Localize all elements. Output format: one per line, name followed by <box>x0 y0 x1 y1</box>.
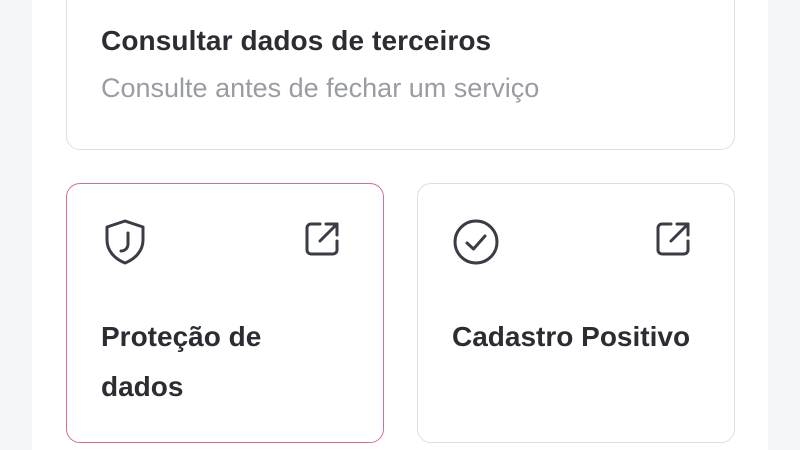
data-protection-label: Proteção de dados <box>101 321 262 402</box>
data-protection-card[interactable]: Proteção de dados <box>66 183 384 443</box>
external-link-icon[interactable] <box>652 218 694 260</box>
external-link-icon[interactable] <box>301 218 343 260</box>
shield-icon <box>99 216 151 268</box>
positive-registry-label: Cadastro Positivo <box>452 321 691 352</box>
check-circle-icon <box>450 216 502 268</box>
consult-card-subtitle: Consulte antes de fechar um serviço <box>101 73 540 103</box>
consult-card-title: Consultar dados de terceiros <box>101 25 492 56</box>
consult-third-party-card[interactable]: Consultar dados de terceiros Consulte an… <box>66 0 735 150</box>
positive-registry-card[interactable]: Cadastro Positivo <box>417 183 735 443</box>
app-screen: Consultar dados de terceiros Consulte an… <box>32 0 768 450</box>
